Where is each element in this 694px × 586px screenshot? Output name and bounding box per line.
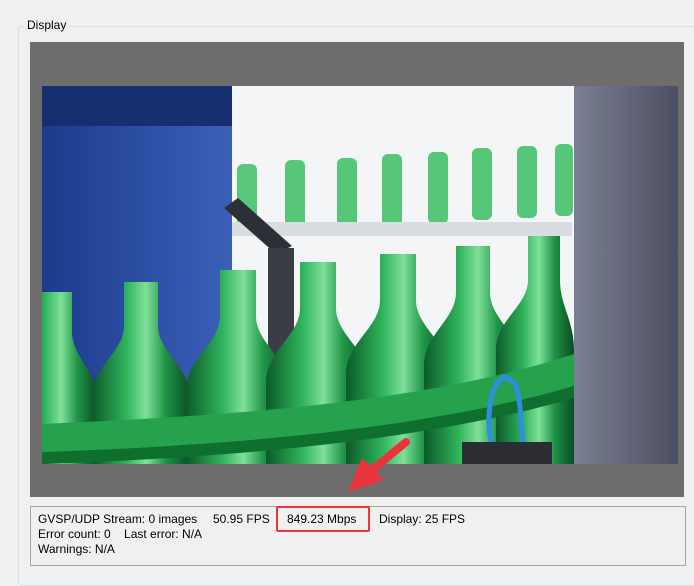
stream-fps: 50.95 FPS — [213, 512, 270, 526]
stream-status: GVSP/UDP Stream: 0 images — [38, 512, 198, 526]
red-arrow-icon — [348, 438, 410, 492]
camera-image — [42, 86, 678, 464]
error-status: Error count: 0 Last error: N/A — [38, 527, 203, 541]
warnings-status: Warnings: N/A — [38, 542, 115, 556]
display-fps: Display: 25 FPS — [379, 512, 466, 526]
bandwidth-highlight-box — [276, 506, 370, 532]
display-group-title: Display — [24, 17, 70, 33]
